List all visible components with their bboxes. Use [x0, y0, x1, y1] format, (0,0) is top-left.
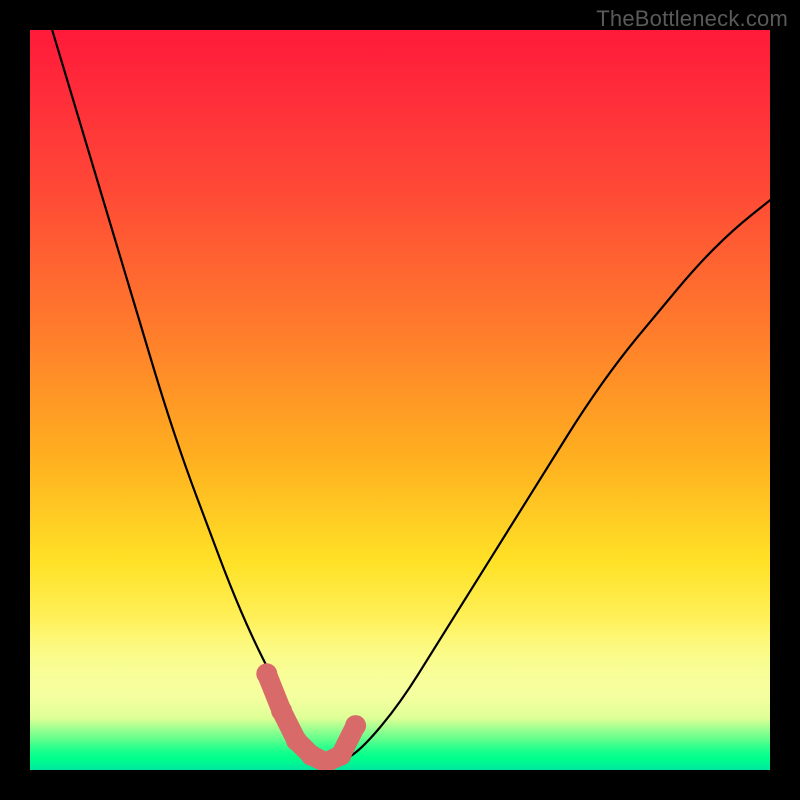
marker-dot	[271, 700, 292, 721]
marker-dot	[256, 663, 277, 684]
chart-frame: TheBottleneck.com	[0, 0, 800, 800]
watermark-text: TheBottleneck.com	[596, 6, 788, 32]
marker-dot	[330, 745, 351, 766]
curve-layer	[30, 30, 770, 770]
bottleneck-curve	[52, 30, 770, 760]
plot-area	[30, 30, 770, 770]
marker-dot	[345, 715, 366, 736]
marker-trough-dots	[256, 663, 366, 770]
marker-dot	[286, 730, 307, 751]
